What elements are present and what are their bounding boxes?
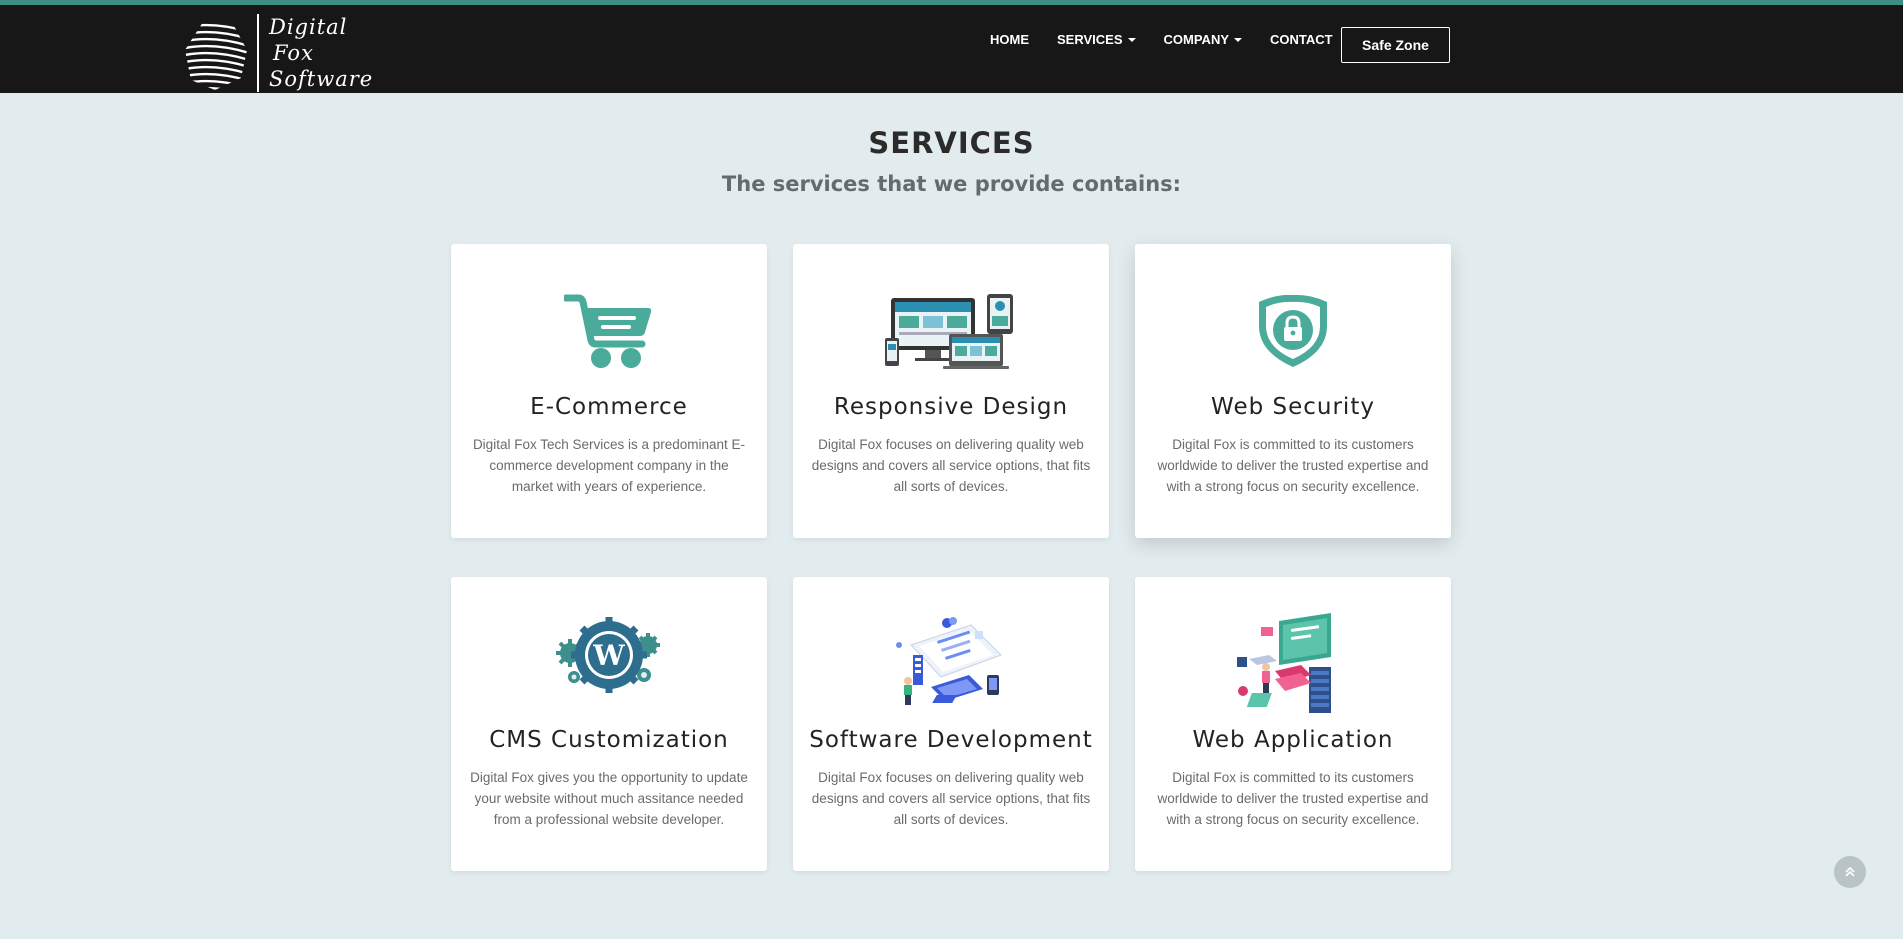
- card-title: Web Security: [1211, 394, 1375, 420]
- shield-lock-icon: [1259, 294, 1327, 367]
- card-description: Digital Fox focuses on delivering qualit…: [811, 437, 1091, 494]
- svg-text:W: W: [592, 639, 625, 672]
- logo-line: Software: [269, 67, 374, 91]
- logo-text: Digital Fox Software: [269, 14, 373, 92]
- responsive-devices-icon: [885, 294, 1013, 369]
- section-subtitle: The services that we provide contains:: [721, 172, 1182, 196]
- card-description: Digital Fox is committed to its customer…: [1157, 770, 1429, 827]
- nav-label: CONTACT: [1270, 32, 1333, 47]
- service-card-cms-customization[interactable]: W CMS Customization Digital Fox gives yo…: [451, 577, 767, 871]
- nav-services-dropdown[interactable]: SERVICES: [1057, 32, 1136, 47]
- scroll-to-top-button[interactable]: [1834, 856, 1866, 888]
- double-chevron-up-icon: [1845, 866, 1855, 877]
- service-card-web-security[interactable]: Web Security Digital Fox is committed to…: [1135, 244, 1451, 538]
- nav-home-link[interactable]: HOME: [990, 32, 1029, 47]
- caret-down-icon: [1127, 37, 1136, 42]
- card-title: Responsive Design: [833, 394, 1069, 420]
- software-development-illustration-icon: [896, 617, 1002, 705]
- nav-contact-link[interactable]: CONTACT: [1270, 32, 1333, 47]
- logo-divider: [257, 14, 259, 92]
- shopping-cart-icon: [564, 294, 652, 368]
- card-title: E-Commerce: [530, 394, 688, 420]
- card-description: Digital Fox gives you the opportunity to…: [470, 770, 748, 827]
- logo-line: Fox: [273, 41, 314, 65]
- service-card-software-development[interactable]: Software Development Digital Fox focuses…: [793, 577, 1109, 871]
- section-title: SERVICES: [868, 126, 1035, 160]
- nav-label: COMPANY: [1163, 32, 1229, 47]
- navbar: Digital Fox Software HOME SERVICES COMPA…: [0, 5, 1903, 93]
- safe-zone-button[interactable]: Safe Zone: [1341, 27, 1450, 63]
- striped-sphere-logo-icon: [185, 23, 247, 90]
- service-card-responsive-design[interactable]: Responsive Design Digital Fox focuses on…: [793, 244, 1109, 538]
- service-card-ecommerce[interactable]: E-Commerce Digital Fox Tech Services is …: [451, 244, 767, 538]
- card-description: Digital Fox focuses on delivering qualit…: [811, 770, 1091, 827]
- web-application-illustration-icon: [1237, 613, 1331, 713]
- caret-down-icon: [1234, 37, 1242, 42]
- main-nav: HOME SERVICES COMPANY CONTACT: [990, 32, 1361, 47]
- card-title: Web Application: [1192, 727, 1394, 753]
- nav-label: HOME: [990, 32, 1029, 47]
- nav-company-dropdown[interactable]: COMPANY: [1164, 32, 1242, 47]
- card-title: CMS Customization: [489, 727, 729, 753]
- nav-label: SERVICES: [1057, 32, 1123, 47]
- card-title: Software Development: [809, 727, 1093, 753]
- wordpress-gears-icon: W: [556, 617, 660, 693]
- logo-line: Digital: [269, 15, 348, 39]
- card-description: Digital Fox is committed to its customer…: [1157, 437, 1429, 494]
- logo[interactable]: Digital Fox Software: [185, 10, 375, 96]
- service-card-web-application[interactable]: Web Application Digital Fox is committed…: [1135, 577, 1451, 871]
- card-description: Digital Fox Tech Services is a predomina…: [472, 437, 746, 494]
